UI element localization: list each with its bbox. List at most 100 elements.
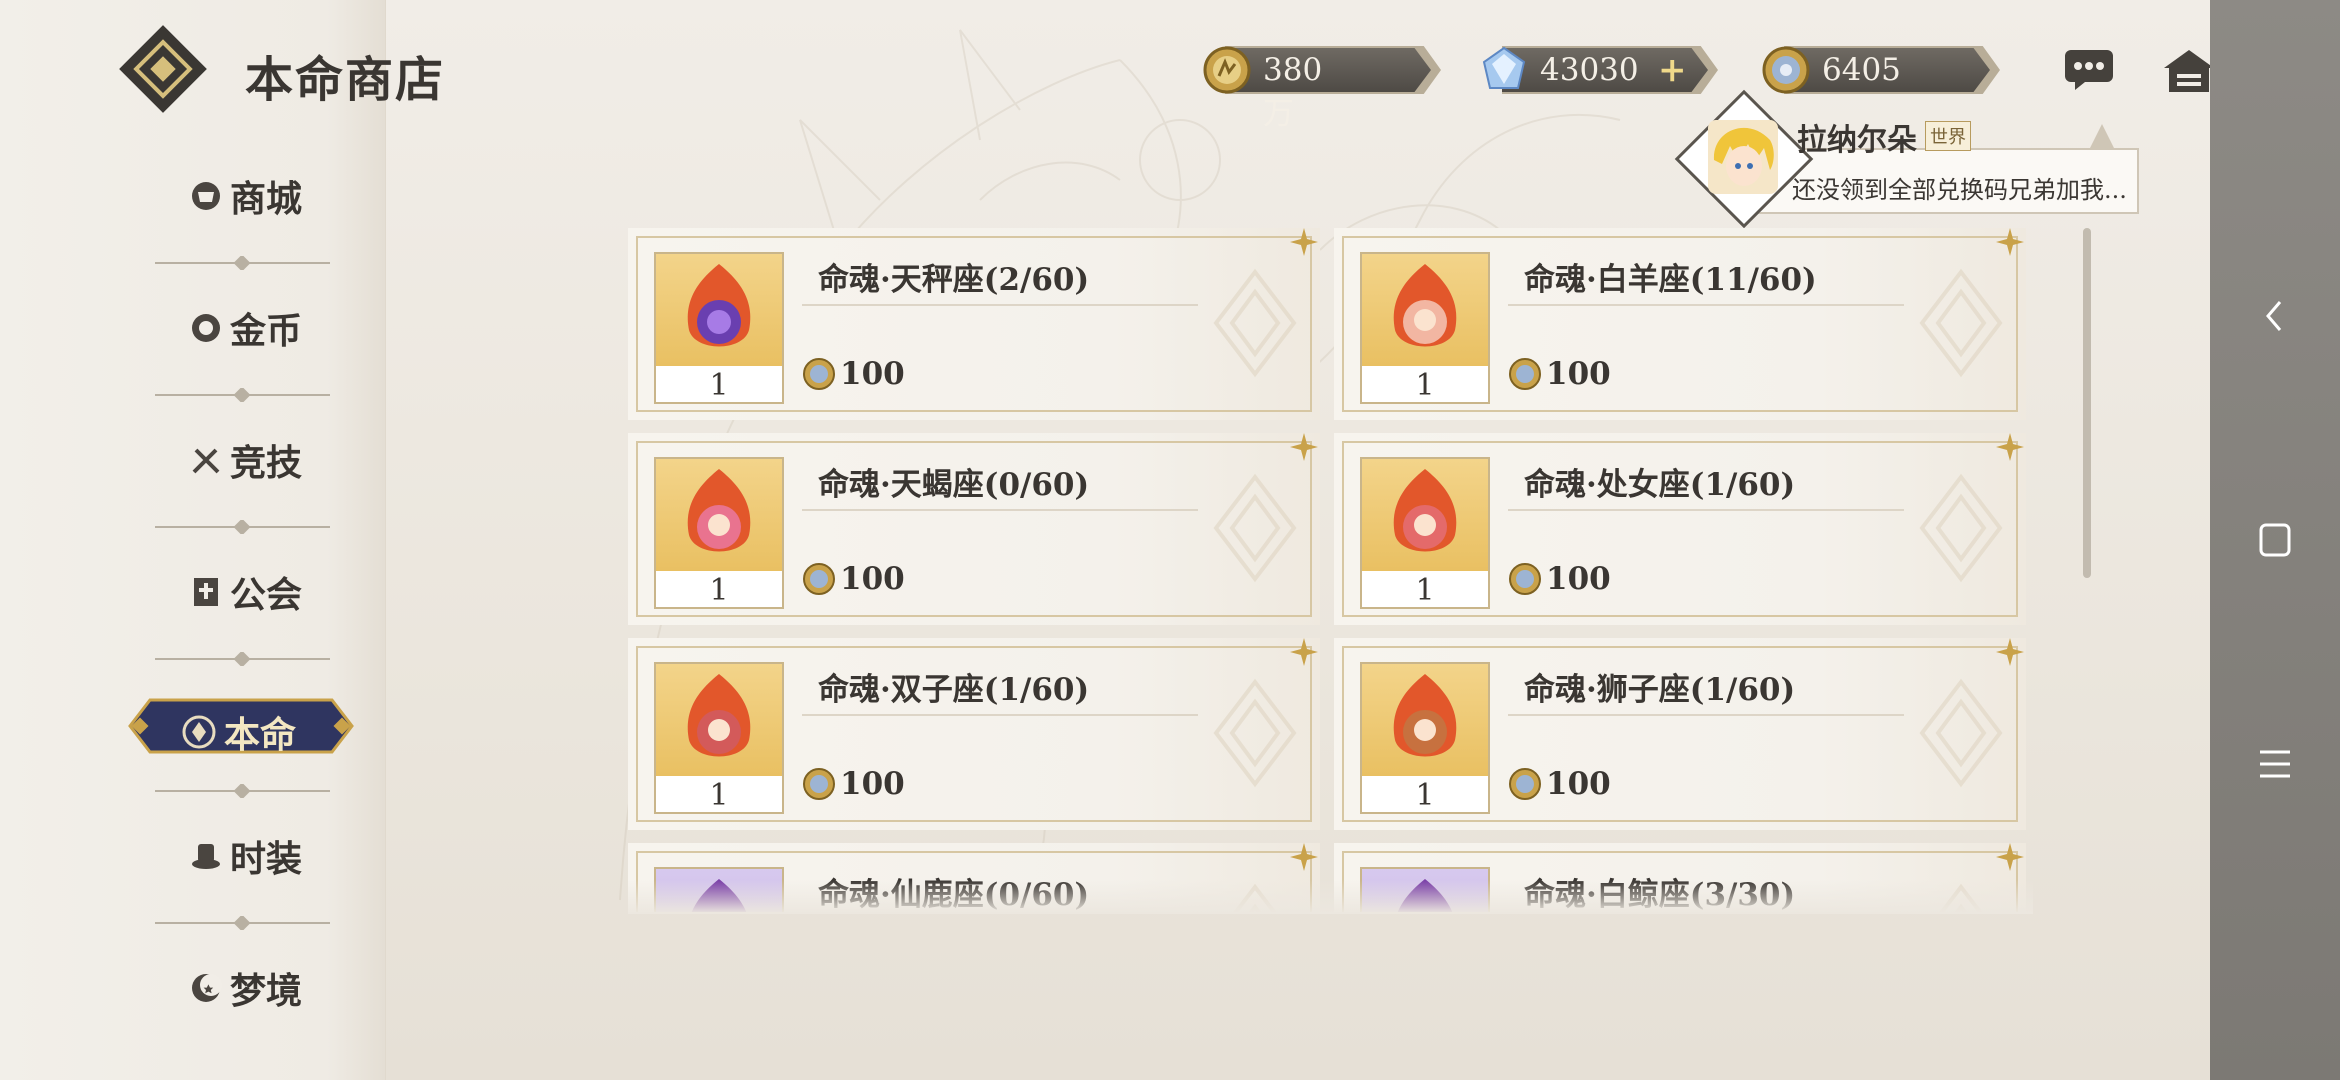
item-name: 命魂·处女座(1/60) xyxy=(1524,467,1796,503)
item-price: 100 xyxy=(802,561,905,597)
item-thumbnail: 1 xyxy=(1360,662,1490,814)
item-name: 命魂·狮子座(1/60) xyxy=(1524,672,1796,708)
item-quantity: 1 xyxy=(1415,368,1435,403)
decorative-diamond xyxy=(1213,473,1297,583)
system-navigation-bar xyxy=(2210,0,2340,1080)
sidebar-item-label: 竞技 xyxy=(229,442,302,484)
item-thumbnail: 1 xyxy=(1360,457,1490,609)
price-value: 100 xyxy=(1546,766,1611,802)
item-quantity: 1 xyxy=(709,573,729,608)
soul-orb-icon xyxy=(1393,264,1457,347)
item-price: 100 xyxy=(1508,561,1611,597)
guild-banner-icon xyxy=(193,578,218,606)
destiny-coin-icon xyxy=(1509,768,1541,800)
decorative-diamond xyxy=(1213,678,1297,788)
mall-icon xyxy=(191,182,220,210)
moon-icon xyxy=(191,974,222,1002)
sidebar-item-guild[interactable]: 公会 xyxy=(160,562,330,622)
item-name: 命魂·天秤座(2/60) xyxy=(818,262,1090,298)
soul-orb-icon xyxy=(687,264,751,347)
sidebar-item-dream[interactable]: 梦境 xyxy=(160,958,330,1018)
decorative-diamond xyxy=(1919,473,2003,583)
shop-item-card[interactable]: 1 命魂·天蝎座(0/60) 100 xyxy=(628,433,1320,625)
chat-channel-badge: 世界 xyxy=(1925,121,1971,151)
item-thumbnail: 1 xyxy=(654,252,784,404)
sidebar-item-fashion[interactable]: 时装 xyxy=(160,826,330,886)
destiny-coin-icon xyxy=(1509,563,1541,595)
chat-sender-name: 拉纳尔朵 xyxy=(1797,123,1917,158)
sparkle-icon xyxy=(1290,228,1318,256)
sidebar-item-mall[interactable]: 商城 xyxy=(160,166,330,226)
price-value: 100 xyxy=(1546,561,1611,597)
gold-coin-icon xyxy=(191,314,220,342)
item-price: 100 xyxy=(802,766,905,802)
sparkle-icon xyxy=(1290,638,1318,666)
sidebar-item-gold[interactable]: 金币 xyxy=(160,298,330,358)
page-title: 本命商店 xyxy=(245,52,446,108)
item-thumbnail: 1 xyxy=(1360,252,1490,404)
menu-lines-icon[interactable] xyxy=(2250,744,2300,784)
price-value: 100 xyxy=(840,356,905,392)
home-square-icon[interactable] xyxy=(2250,520,2300,560)
price-value: 100 xyxy=(840,561,905,597)
chat-bubble-tail xyxy=(2090,124,2114,148)
item-thumbnail: 1 xyxy=(654,457,784,609)
grid-fade-overlay xyxy=(628,880,2033,914)
sidebar-item-label: 公会 xyxy=(229,574,302,616)
destiny-coin-icon xyxy=(1509,358,1541,390)
chat-icon[interactable] xyxy=(2063,48,2115,92)
back-icon[interactable] xyxy=(2250,296,2300,336)
sparkle-icon xyxy=(1996,433,2024,461)
sidebar-item-label: 时装 xyxy=(229,838,302,880)
soul-orb-icon xyxy=(687,469,751,552)
grid-scrollbar[interactable] xyxy=(2083,228,2091,578)
sparkle-icon xyxy=(1290,843,1318,871)
sparkle-icon xyxy=(1996,638,2024,666)
shop-item-card[interactable]: 1 命魂·狮子座(1/60) 100 xyxy=(1334,638,2026,830)
home-icon[interactable] xyxy=(2162,48,2210,94)
item-thumbnail: 1 xyxy=(654,662,784,814)
item-price: 100 xyxy=(1508,356,1611,392)
avatar[interactable] xyxy=(1708,120,1778,194)
currency-value: 6405 xyxy=(1822,52,1901,88)
soul-orb-icon xyxy=(687,674,751,757)
shop-item-card[interactable]: 1 命魂·处女座(1/60) 100 xyxy=(1334,433,2026,625)
soul-orb-icon xyxy=(1393,674,1457,757)
divider xyxy=(155,388,330,402)
item-name: 命魂·天蝎座(0/60) xyxy=(818,467,1090,503)
item-price: 100 xyxy=(802,356,905,392)
destiny-coin-icon xyxy=(803,768,835,800)
decorative-diamond xyxy=(1919,268,2003,378)
sidebar-item-label: 商城 xyxy=(229,178,302,220)
divider xyxy=(155,652,330,666)
destiny-shop-logo-icon xyxy=(119,25,207,113)
item-quantity: 1 xyxy=(1415,778,1435,813)
item-name: 命魂·白羊座(11/60) xyxy=(1524,262,1817,298)
sidebar-item-label: 本命 xyxy=(224,714,297,756)
sparkle-icon xyxy=(1996,228,2024,256)
sparkle-icon xyxy=(1290,433,1318,461)
shop-item-card[interactable]: 1 命魂·白羊座(11/60) 100 xyxy=(1334,228,2026,420)
soul-orb-icon xyxy=(1393,469,1457,552)
app-screen: 本命商店 380万 43030 + 6405 拉纳尔朵 世界 还没领到全部兑换码… xyxy=(0,0,2210,1080)
currency-value: 43030 xyxy=(1540,52,1639,88)
destiny-coin-icon xyxy=(1762,46,1810,94)
item-quantity: 1 xyxy=(1415,573,1435,608)
arena-swords-icon xyxy=(192,448,220,474)
shop-item-card[interactable]: 1 命魂·双子座(1/60) 100 xyxy=(628,638,1320,830)
sparkle-icon xyxy=(1996,843,2024,871)
currency-value: 380万 xyxy=(1263,52,1323,132)
decorative-diamond xyxy=(1213,268,1297,378)
shop-item-grid: 1 命魂·天秤座(2/60) 100 1 命魂·白羊座(11/60) 100 1… xyxy=(628,228,2033,912)
price-value: 100 xyxy=(1546,356,1611,392)
sidebar-item-destiny[interactable]: 本命 xyxy=(128,696,354,756)
shop-item-card[interactable]: 1 命魂·天秤座(2/60) 100 xyxy=(628,228,1320,420)
price-value: 100 xyxy=(840,766,905,802)
add-crystal-button[interactable]: + xyxy=(1658,50,1687,90)
sidebar-item-label: 梦境 xyxy=(229,970,302,1012)
divider xyxy=(155,784,330,798)
item-price: 100 xyxy=(1508,766,1611,802)
sidebar-item-arena[interactable]: 竞技 xyxy=(160,430,330,490)
divider xyxy=(155,520,330,534)
stamina-coin-icon xyxy=(1203,46,1251,94)
